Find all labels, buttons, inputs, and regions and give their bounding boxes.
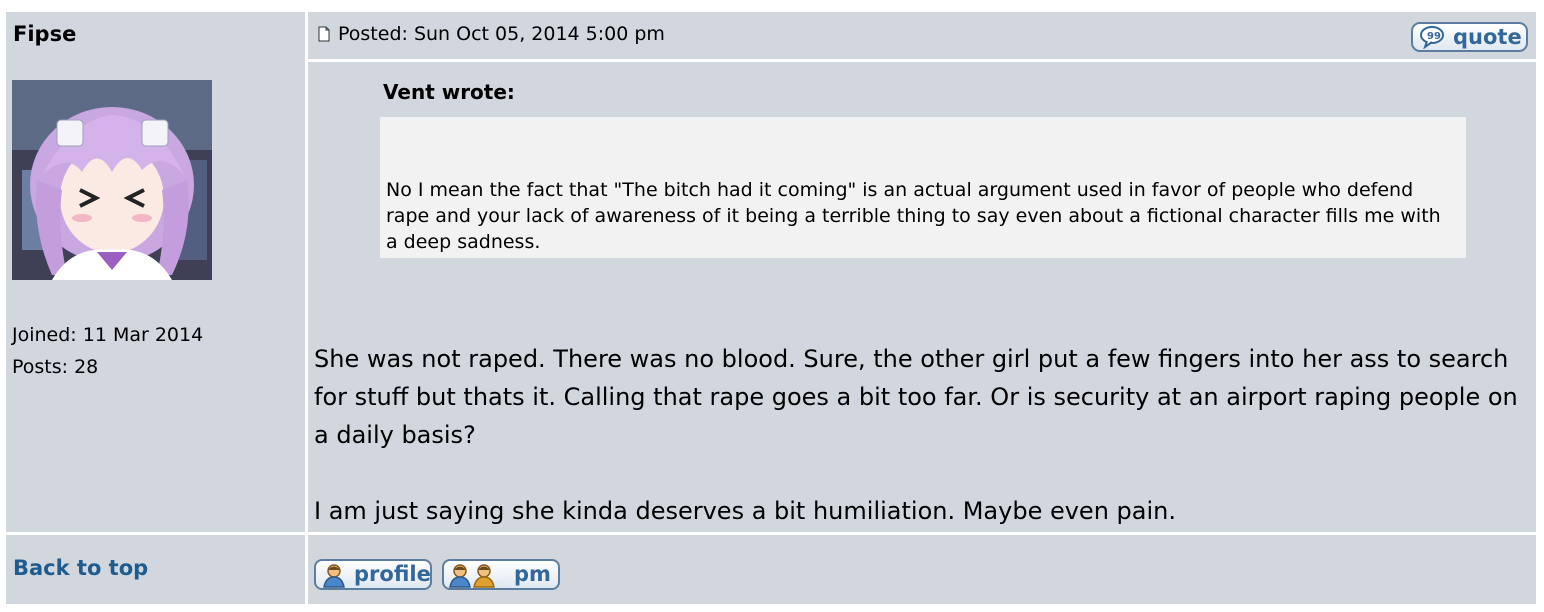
person-icon bbox=[322, 563, 346, 588]
post-footer-left: Back to top bbox=[6, 535, 305, 604]
pm-button[interactable]: pm bbox=[442, 559, 560, 590]
quote-button-label: quote bbox=[1453, 25, 1522, 49]
post-header: Posted: Sun Oct 05, 2014 5:00 pm 99 quot… bbox=[308, 12, 1536, 59]
forum-post: Fipse Joined: 11 Mar 2014 Posts: 28 Post… bbox=[6, 12, 1536, 604]
two-people-icon bbox=[448, 563, 495, 588]
quote-text: No I mean the fact that "The bitch had i… bbox=[386, 179, 1441, 253]
svg-text:99: 99 bbox=[1427, 31, 1441, 42]
post-footer-right: profile pm bbox=[308, 535, 1536, 604]
post-page-icon bbox=[318, 26, 330, 42]
quote-button[interactable]: 99 quote bbox=[1411, 22, 1528, 52]
post-message: She was not raped. There was no blood. S… bbox=[314, 340, 1524, 530]
post-body: Vent wrote: No I mean the fact that "The… bbox=[308, 62, 1536, 532]
quote-block: No I mean the fact that "The bitch had i… bbox=[380, 117, 1466, 258]
quote-author: Vent wrote: bbox=[383, 80, 515, 104]
pm-button-label: pm bbox=[514, 562, 551, 586]
profile-button-label: profile bbox=[354, 562, 431, 586]
joined-date: Joined: 11 Mar 2014 bbox=[12, 324, 204, 346]
speech-bubble-icon: 99 bbox=[1419, 25, 1449, 50]
back-to-top-link[interactable]: Back to top bbox=[13, 556, 148, 580]
author-profile-panel: Fipse Joined: 11 Mar 2014 Posts: 28 bbox=[6, 12, 305, 532]
author-username[interactable]: Fipse bbox=[13, 22, 76, 46]
posted-timestamp: Posted: Sun Oct 05, 2014 5:00 pm bbox=[338, 23, 665, 45]
message-paragraph: She was not raped. There was no blood. S… bbox=[314, 345, 1518, 449]
profile-button[interactable]: profile bbox=[314, 559, 432, 590]
post-count: Posts: 28 bbox=[12, 356, 99, 378]
avatar bbox=[12, 80, 212, 280]
message-paragraph: I am just saying she kinda deserves a bi… bbox=[314, 497, 1176, 525]
